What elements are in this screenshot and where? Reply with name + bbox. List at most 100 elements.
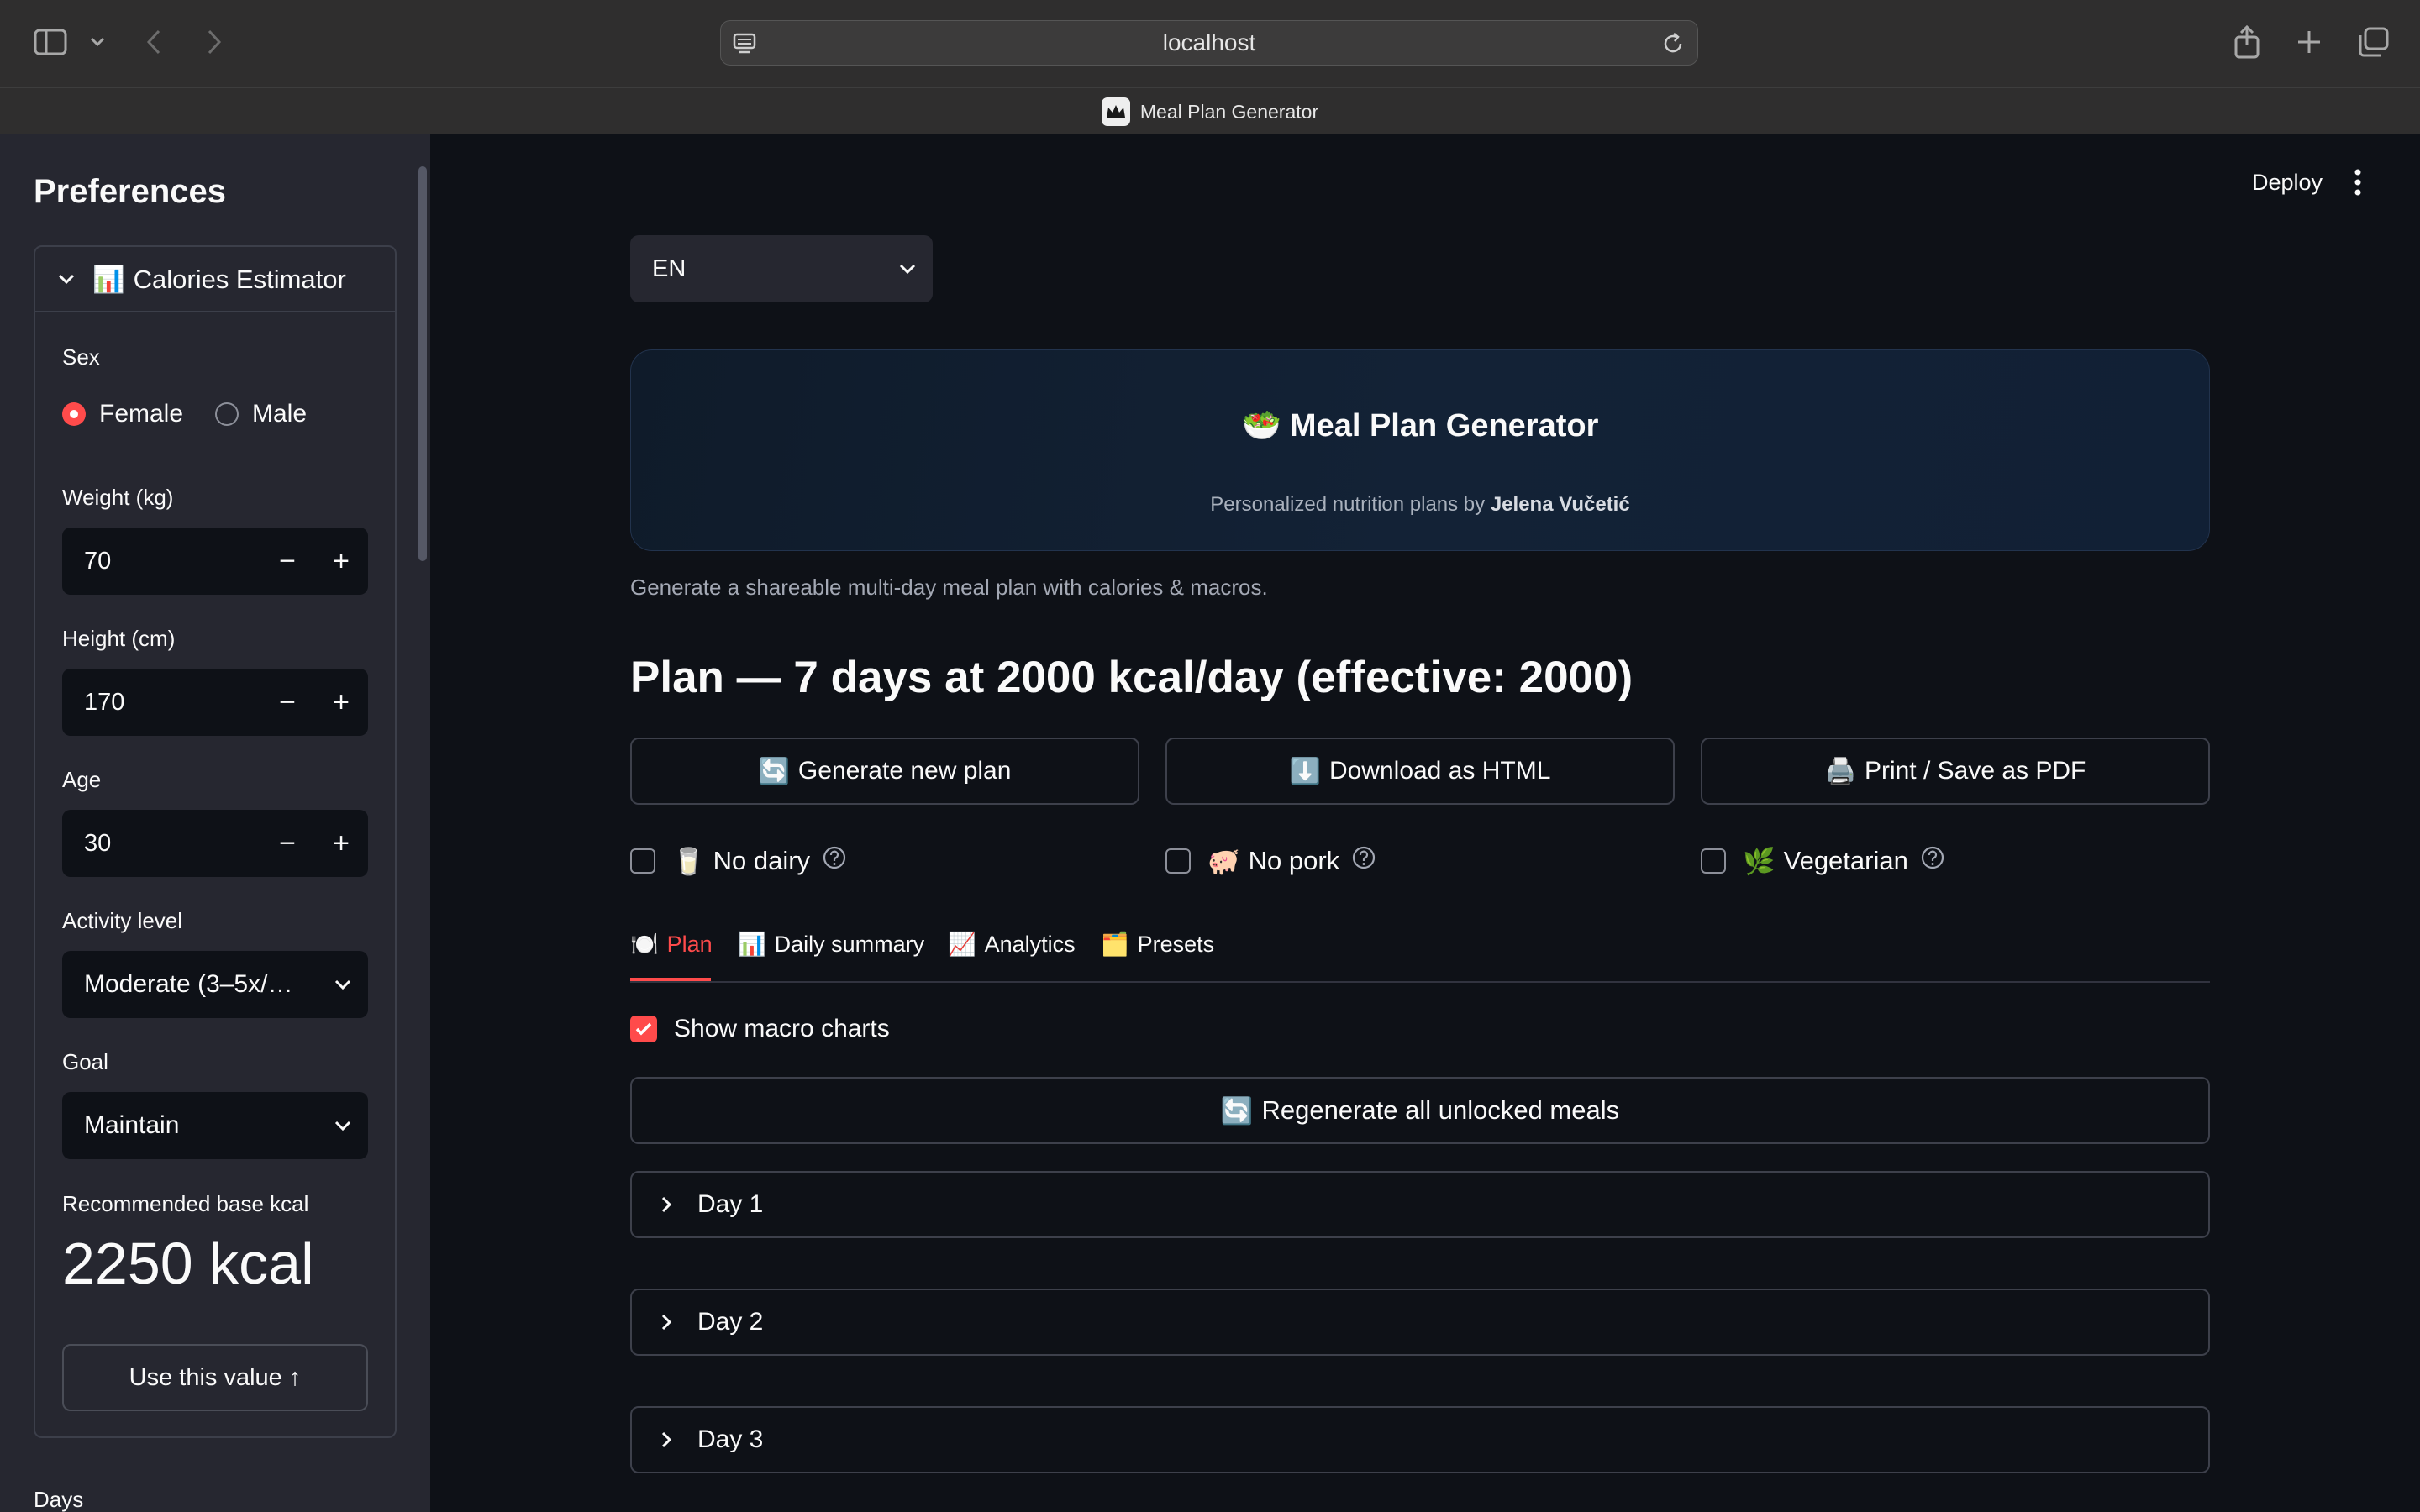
chevron-down-icon[interactable] [87,32,108,52]
help-icon[interactable] [1351,845,1376,877]
language-select[interactable]: EN [630,235,933,302]
download-html-button[interactable]: ⬇️ Download as HTML [1165,738,1675,805]
decrement-button[interactable]: − [260,528,314,595]
tab-bar: Meal Plan Generator [0,87,2420,135]
browser-tab-title[interactable]: Meal Plan Generator [1140,101,1318,123]
decrement-button[interactable]: − [260,810,314,877]
button-label: Download as HTML [1328,757,1551,785]
tab-daily-summary[interactable]: 📊 Daily summary [738,931,924,958]
page-caption: Generate a shareable multi-day meal plan… [630,575,1268,600]
vegetarian-checkbox[interactable]: 🌿 Vegetarian [1701,845,1945,877]
reload-icon[interactable] [1660,31,1686,60]
new-tab-icon[interactable] [2294,25,2324,59]
tab-strip: 🍽️ Plan 📊 Daily summary 📈 Analytics 🗂️ Prese… [630,922,2210,983]
age-input[interactable]: 30 − + [62,810,368,877]
goal-select[interactable]: Maintain [62,1092,368,1159]
refresh-emoji-icon: 🔄 [758,757,790,785]
decrement-button[interactable]: − [260,669,314,736]
chevron-down-icon [882,263,933,275]
radio-female[interactable]: Female [62,400,183,428]
download-emoji-icon: ⬇️ [1289,757,1321,785]
radio-label-male: Male [252,400,308,428]
day-label: Day 2 [697,1308,764,1336]
day-label: Day 1 [697,1190,764,1218]
days-label: Days [34,1487,84,1512]
activity-select[interactable]: Moderate (3–5x/… [62,951,368,1018]
expander-header[interactable]: 📊 Calories Estimator [35,247,395,312]
sidebar-heading: Preferences [34,173,227,210]
pig-emoji-icon: 🐖 [1207,846,1240,876]
recommended-kcal-value: 2250 kcal [62,1231,314,1296]
day-expander[interactable]: Day 2 [630,1289,2210,1356]
chevron-right-icon [660,1195,672,1214]
site-info-icon[interactable] [733,33,756,59]
sidebar-scrollbar[interactable] [418,166,427,561]
plate-emoji-icon: 🍽️ [630,932,659,957]
streamlit-crown-icon [1101,97,1130,126]
use-this-value-button[interactable]: Use this value ↑ [62,1344,368,1411]
no-dairy-checkbox[interactable]: 🥛 No dairy [630,845,847,877]
day-expander[interactable]: Day 1 [630,1171,2210,1238]
share-icon[interactable] [2232,24,2262,60]
sex-label: Sex [62,344,100,370]
button-label: Regenerate all unlocked meals [1261,1095,1620,1125]
regenerate-unlocked-button[interactable]: 🔄 Regenerate all unlocked meals [630,1077,2210,1144]
refresh-emoji-icon: 🔄 [1220,1095,1254,1126]
weight-value[interactable]: 70 [84,548,260,575]
folder-emoji-icon: 🗂️ [1101,932,1129,957]
increment-button[interactable]: + [314,669,368,736]
herb-emoji-icon: 🌿 [1743,846,1776,876]
no-pork-checkbox[interactable]: 🐖 No pork [1165,845,1376,877]
recommended-label: Recommended base kcal [62,1191,309,1216]
radio-male[interactable]: Male [215,400,307,428]
plan-title: Plan — 7 days at 2000 kcal/day (effectiv… [630,653,1634,702]
sidebar-toggle-icon[interactable] [32,27,69,57]
forward-icon[interactable] [202,27,227,57]
increment-button[interactable]: + [314,528,368,595]
weight-input[interactable]: 70 − + [62,528,368,595]
generate-new-plan-button[interactable]: 🔄 Generate new plan [630,738,1139,805]
print-pdf-button[interactable]: 🖨️ Print / Save as PDF [1701,738,2210,805]
tab-plan[interactable]: 🍽️ Plan [630,931,713,958]
day-expander[interactable]: Day 3 [630,1406,2210,1473]
address-bar[interactable]: localhost [720,20,1698,66]
hero-title: Meal Plan Generator [1289,407,1599,444]
sidebar: Preferences 📊 Calories Estimator Sex Fema… [0,134,430,1512]
radio-selected-icon [62,402,86,426]
height-value[interactable]: 170 [84,689,260,717]
tab-label: Plan [666,931,713,957]
back-icon[interactable] [141,27,166,57]
chart-emoji-icon: 📊 [738,932,766,957]
checkbox-box[interactable] [1701,848,1726,874]
hero-author: Jelena Vučetić [1490,493,1630,516]
checkbox-checked-icon[interactable] [630,1016,657,1042]
checkbox-label: Show macro charts [674,1015,890,1042]
checkbox-label: No dairy [713,846,811,875]
calories-estimator-expander: 📊 Calories Estimator Sex Female Male Weig… [34,245,397,1438]
radio-label-female: Female [99,400,184,428]
tab-presets[interactable]: 🗂️ Presets [1101,931,1214,958]
checkbox-box[interactable] [1165,848,1191,874]
deploy-button[interactable]: Deploy [2252,170,2323,196]
goal-label: Goal [62,1049,108,1074]
increment-button[interactable]: + [314,810,368,877]
checkbox-box[interactable] [630,848,655,874]
show-macro-charts-checkbox[interactable]: Show macro charts [630,1015,890,1043]
height-input[interactable]: 170 − + [62,669,368,736]
help-icon[interactable] [1920,845,1945,877]
weight-label: Weight (kg) [62,485,174,510]
chevron-down-icon [58,274,75,285]
tab-overview-icon[interactable] [2356,25,2390,59]
radio-unselected-icon [215,402,239,426]
activity-label: Activity level [62,908,183,933]
browser-chrome: localhost Meal Plan Generator [0,0,2420,134]
help-icon[interactable] [822,845,847,877]
age-label: Age [62,767,102,792]
tab-analytics[interactable]: 📈 Analytics [948,931,1076,958]
more-menu-icon[interactable] [2353,168,2363,201]
printer-emoji-icon: 🖨️ [1824,757,1856,785]
hero-subtitle-prefix: Personalized nutrition plans by [1210,493,1491,516]
chart-emoji-icon: 📊 [92,264,125,294]
activity-value: Moderate (3–5x/… [84,970,293,998]
age-value[interactable]: 30 [84,830,260,858]
